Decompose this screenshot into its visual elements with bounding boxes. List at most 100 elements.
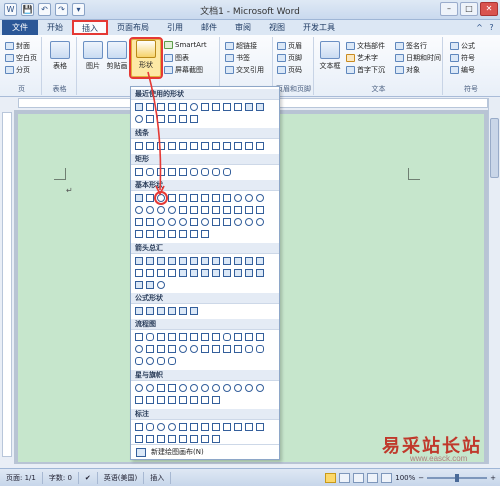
print-layout-view-button[interactable]: [325, 472, 337, 483]
cube-icon[interactable]: [135, 218, 143, 226]
freeform-shape-icon[interactable]: [146, 115, 154, 123]
rectangle-shape-icon[interactable]: [179, 103, 187, 111]
flowchart-punched-tape-icon[interactable]: [168, 345, 176, 353]
hexagon-icon[interactable]: [234, 194, 242, 202]
textbox-shape-icon[interactable]: [135, 103, 143, 111]
horizontal-scroll-icon[interactable]: [190, 396, 198, 404]
minimize-ribbon-icon[interactable]: ^: [475, 23, 484, 32]
vertical-textbox-shape-icon[interactable]: [146, 103, 154, 111]
date-time-button[interactable]: 日期和时间: [395, 53, 441, 63]
star-10-icon[interactable]: [212, 384, 220, 392]
cross-reference-button[interactable]: 交叉引用: [225, 65, 264, 75]
star-24-icon[interactable]: [245, 384, 253, 392]
proofing-icon[interactable]: ✔: [79, 471, 98, 484]
right-bracket-icon[interactable]: [179, 230, 187, 238]
flowchart-predefined-process-icon[interactable]: [179, 333, 187, 341]
flowchart-direct-access-icon[interactable]: [157, 357, 165, 365]
cross-icon[interactable]: [234, 206, 242, 214]
flowchart-document-icon[interactable]: [201, 333, 209, 341]
right-triangle-icon[interactable]: [179, 194, 187, 202]
decagon-icon[interactable]: [135, 206, 143, 214]
page-break-button[interactable]: 分页: [5, 65, 30, 75]
curved-down-arrow-icon[interactable]: [168, 269, 176, 277]
pie-icon[interactable]: [157, 206, 165, 214]
word-count[interactable]: 字数: 0: [43, 471, 79, 484]
bent-arrow-icon[interactable]: [223, 257, 231, 265]
flowchart-terminator-icon[interactable]: [223, 333, 231, 341]
explosion-1-icon[interactable]: [135, 384, 143, 392]
tab-page-layout[interactable]: 页面布局: [108, 20, 158, 35]
curve-shape-icon[interactable]: [157, 115, 165, 123]
notched-right-arrow-icon[interactable]: [190, 269, 198, 277]
flowchart-sort-icon[interactable]: [212, 345, 220, 353]
scribble-icon[interactable]: [256, 142, 264, 150]
language[interactable]: 英语(美国): [98, 471, 145, 484]
flowchart-internal-storage-icon[interactable]: [190, 333, 198, 341]
plaque-icon[interactable]: [245, 206, 253, 214]
flowchart-merge-icon[interactable]: [234, 345, 242, 353]
down-arrow-shape-icon[interactable]: [256, 103, 264, 111]
page-count[interactable]: 页面: 1/1: [0, 471, 43, 484]
diamond-icon[interactable]: [212, 194, 220, 202]
star-5-icon[interactable]: [168, 384, 176, 392]
minimize-button[interactable]: –: [440, 2, 458, 16]
flowchart-collate-icon[interactable]: [201, 345, 209, 353]
quad-arrow-callout-icon[interactable]: [146, 281, 154, 289]
hyperlink-button[interactable]: 超链接: [225, 41, 257, 51]
round-single-corner-icon[interactable]: [201, 168, 209, 176]
number-button[interactable]: 编号: [450, 65, 475, 75]
line-icon[interactable]: [135, 142, 143, 150]
tab-insert[interactable]: 插入: [72, 20, 108, 35]
shapes-button[interactable]: 形状: [129, 37, 163, 79]
arc-icon[interactable]: [135, 230, 143, 238]
arrow-line-shape-icon[interactable]: [168, 103, 176, 111]
diagonal-stripe-icon[interactable]: [223, 206, 231, 214]
line-callout-border-accent-3-icon[interactable]: [201, 435, 209, 443]
star-7-icon[interactable]: [190, 384, 198, 392]
smartart-button[interactable]: SmartArt: [164, 41, 207, 49]
parallelogram-icon[interactable]: [190, 194, 198, 202]
picture-button[interactable]: 图片: [80, 41, 106, 71]
flowchart-data-icon[interactable]: [168, 333, 176, 341]
double-bracket-icon[interactable]: [146, 230, 154, 238]
flowchart-sequential-access-icon[interactable]: [135, 357, 143, 365]
equal-icon[interactable]: [179, 307, 187, 315]
tab-references[interactable]: 引用: [158, 20, 192, 35]
line-callout-accent-2-icon[interactable]: [234, 423, 242, 431]
round-same-side-icon[interactable]: [212, 168, 220, 176]
save-icon[interactable]: 💾: [21, 3, 34, 16]
insert-mode[interactable]: 插入: [144, 471, 172, 484]
elbow-connector-icon[interactable]: [168, 142, 176, 150]
line-callout-accent-3-icon[interactable]: [245, 423, 253, 431]
not-equal-icon[interactable]: [190, 307, 198, 315]
star-32-icon[interactable]: [256, 384, 264, 392]
chord-icon[interactable]: [168, 206, 176, 214]
flowchart-magnetic-disk-icon[interactable]: [146, 357, 154, 365]
star-16-icon[interactable]: [234, 384, 242, 392]
zoom-slider[interactable]: [427, 473, 488, 482]
bent-up-arrow-icon[interactable]: [256, 257, 264, 265]
flowchart-summing-junction-icon[interactable]: [179, 345, 187, 353]
oval-shape-icon[interactable]: [190, 103, 198, 111]
left-right-arrow-callout-icon[interactable]: [135, 281, 143, 289]
line-callout-accent-4-icon[interactable]: [256, 423, 264, 431]
flowchart-display-icon[interactable]: [168, 357, 176, 365]
right-arrow-callout-icon[interactable]: [223, 269, 231, 277]
scribble-shape-icon[interactable]: [168, 115, 176, 123]
wordart-button[interactable]: 艺术字: [346, 53, 378, 63]
plus-icon[interactable]: [135, 307, 143, 315]
web-layout-view-button[interactable]: [353, 472, 365, 483]
line-callout-border-accent-4-icon[interactable]: [212, 435, 220, 443]
trapezoid-icon[interactable]: [201, 194, 209, 202]
snip-round-icon[interactable]: [190, 168, 198, 176]
new-drawing-canvas-item[interactable]: 新建绘图画布(N): [131, 444, 279, 459]
left-brace-shape-icon[interactable]: [179, 115, 187, 123]
curved-down-ribbon-icon[interactable]: [168, 396, 176, 404]
undo-icon[interactable]: ↶: [38, 3, 51, 16]
customize-qat-icon[interactable]: ▾: [72, 3, 85, 16]
line-callout-border-accent-2-icon[interactable]: [190, 435, 198, 443]
scrollbar-thumb[interactable]: [490, 118, 499, 178]
down-arrow-callout-icon[interactable]: [234, 269, 242, 277]
up-down-arrow-icon[interactable]: [190, 257, 198, 265]
zoom-level[interactable]: 100%: [395, 474, 415, 482]
